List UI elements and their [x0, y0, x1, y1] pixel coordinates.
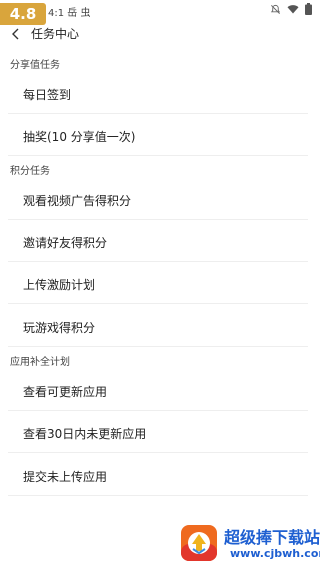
app-bar: 任务中心 — [0, 22, 320, 46]
list-item-label: 观看视频广告得积分 — [23, 194, 132, 208]
list-item-label: 抽奖(10 分享值一次) — [23, 130, 136, 144]
list-item-label: 查看30日内未更新应用 — [23, 427, 147, 441]
section-title-points: 积分任务 — [10, 166, 50, 177]
bell-off-icon — [270, 4, 281, 14]
section-title-app-completion: 应用补全计划 — [10, 357, 70, 368]
battery-icon — [305, 3, 312, 15]
status-icons — [270, 3, 312, 15]
watermark-logo-icon — [181, 525, 217, 561]
list-item-label: 查看可更新应用 — [23, 385, 108, 399]
list-item-watch-video[interactable]: 观看视频广告得积分 — [8, 180, 308, 220]
list-item-label: 上传激励计划 — [23, 278, 96, 292]
list-item-play-games[interactable]: 玩游戏得积分 — [8, 307, 308, 347]
watermark-url: www.cjbwh.com — [230, 547, 320, 560]
back-arrow-icon[interactable] — [8, 26, 24, 42]
status-misc-text: 4:1 岳 虫 — [48, 8, 91, 19]
status-bar: 4.8 4:1 岳 虫 — [0, 0, 320, 25]
list-item-daily-checkin[interactable]: 每日签到 — [8, 74, 308, 114]
list-item-not-updated-30-days[interactable]: 查看30日内未更新应用 — [8, 413, 308, 453]
list-item-label: 每日签到 — [23, 88, 72, 102]
watermark-title: 超级捧下载站 — [224, 528, 320, 547]
list-item-submit-unuploaded[interactable]: 提交未上传应用 — [8, 456, 308, 496]
page-title: 任务中心 — [31, 27, 80, 41]
list-item-lottery[interactable]: 抽奖(10 分享值一次) — [8, 116, 308, 156]
list-item-label: 玩游戏得积分 — [23, 321, 96, 335]
list-item-upload-incentive[interactable]: 上传激励计划 — [8, 264, 308, 304]
wifi-icon — [287, 5, 299, 14]
section-title-share: 分享值任务 — [10, 60, 60, 71]
list-item-check-updates[interactable]: 查看可更新应用 — [8, 371, 308, 411]
list-item-label: 邀请好友得积分 — [23, 236, 108, 250]
list-item-invite-friends[interactable]: 邀请好友得积分 — [8, 222, 308, 262]
watermark: 超级捧下载站 www.cjbwh.com — [178, 522, 320, 566]
list-item-label: 提交未上传应用 — [23, 470, 108, 484]
